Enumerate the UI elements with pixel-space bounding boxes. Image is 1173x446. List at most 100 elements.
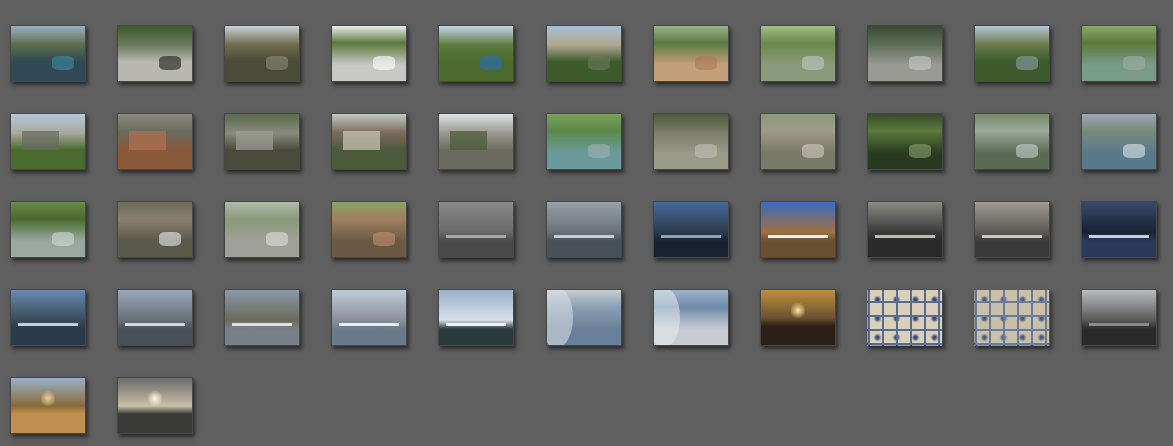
thumbnail-highlight — [446, 235, 506, 238]
thumbnail-middle-area — [547, 130, 621, 153]
photo-thumbnail-stone-arch-stream[interactable] — [117, 113, 193, 170]
thumbnail-ground-area — [439, 61, 513, 81]
photo-thumbnail-bridge-sign-greenery[interactable] — [331, 25, 407, 82]
photo-thumbnail-clouds-over-bridge[interactable] — [438, 289, 514, 346]
photo-thumbnail-tree-white-sail[interactable] — [760, 201, 836, 258]
thumbnail-middle-area — [868, 130, 942, 153]
thumbnail-sky-area — [439, 290, 513, 321]
photo-thumbnail-dusk-bridge-harbor[interactable] — [974, 201, 1050, 258]
thumbnail-ground-area — [439, 240, 513, 257]
photo-thumbnail-cloudy-bridge-river[interactable] — [867, 201, 943, 258]
thumbnail-ground-area — [225, 240, 299, 257]
thumbnail-middle-area — [868, 42, 942, 65]
photo-thumbnail-grey-river-dusk[interactable] — [438, 201, 514, 258]
thumbnail-sky-area — [332, 202, 406, 219]
photo-thumbnail-stream-in-forest[interactable] — [760, 25, 836, 82]
thumbnail-ground-area — [11, 149, 85, 169]
thumbnail-sky-area — [225, 26, 299, 46]
thumbnail-sky-area — [118, 290, 192, 321]
photo-thumbnail-cliff-house-overhang[interactable] — [331, 113, 407, 170]
thumbnail-sky-area — [118, 26, 192, 46]
thumbnail-highlight — [51, 232, 74, 246]
thumbnail-ground-area — [868, 64, 942, 81]
thumbnail-sky-area — [1082, 26, 1156, 43]
thumbnail-middle-area — [118, 45, 192, 62]
photo-thumbnail-road-sign-blue-hills[interactable] — [438, 25, 514, 82]
photo-thumbnail-river-buildings-day[interactable] — [331, 289, 407, 346]
thumbnail-ground-area — [118, 149, 192, 169]
photo-thumbnail-sunburst-river-clouds[interactable] — [117, 377, 193, 434]
thumbnail-highlight — [1015, 144, 1038, 158]
thumbnail-highlight — [908, 56, 931, 70]
photo-thumbnail-car-mirror-road[interactable] — [117, 25, 193, 82]
thumbnail-middle-area — [761, 42, 835, 65]
thumbnail-sky-area — [654, 26, 728, 43]
thumbnail-highlight — [654, 290, 680, 345]
thumbnail-highlight — [768, 235, 828, 238]
photo-thumbnail-rocky-path-shade[interactable] — [867, 25, 943, 82]
photo-thumbnail-tall-trees-shade[interactable] — [867, 113, 943, 170]
thumbnail-sky-area — [1082, 290, 1156, 321]
photo-thumbnail-river-valley-cliff[interactable] — [974, 25, 1050, 82]
thumbnail-sky-area — [1082, 114, 1156, 131]
thumbnail-highlight — [547, 290, 573, 345]
photo-thumbnail-river-bend-trees[interactable] — [1081, 25, 1157, 82]
photo-thumbnail-rail-yard-overcast[interactable] — [1081, 289, 1157, 346]
thumbnail-sky-area — [332, 26, 406, 43]
photo-thumbnail-rocky-stream-bed[interactable] — [224, 201, 300, 258]
photo-thumbnail-cliff-forest-view[interactable] — [546, 25, 622, 82]
photo-thumbnail-waterfall-rocks[interactable] — [117, 201, 193, 258]
thumbnail-sky-area — [547, 26, 621, 46]
photo-thumbnail-boulders-in-stream[interactable] — [760, 113, 836, 170]
thumbnail-ground-area — [439, 149, 513, 169]
photo-thumbnail-wooden-boardwalk[interactable] — [331, 201, 407, 258]
thumbnail-sky-area — [868, 114, 942, 131]
thumbnail-ground-area — [761, 325, 835, 345]
photo-thumbnail-azulejo-tiles-grid[interactable] — [974, 289, 1050, 346]
thumbnail-ground-area — [868, 152, 942, 169]
photo-thumbnail-airplane-wing-sea[interactable] — [653, 289, 729, 346]
photo-thumbnail-night-river-lights[interactable] — [1081, 201, 1157, 258]
thumbnail-sky-area — [761, 202, 835, 233]
thumbnail-ground-area — [225, 328, 299, 345]
thumbnail-middle-area — [118, 218, 192, 241]
thumbnail-sky-area — [654, 202, 728, 233]
thumbnail-middle-area — [332, 42, 406, 65]
thumbnail-ground-area — [332, 149, 406, 169]
thumbnail-highlight — [1122, 56, 1145, 70]
thumbnail-sky-area — [975, 26, 1049, 46]
photo-thumbnail-village-bridge-road[interactable] — [438, 113, 514, 170]
thumbnail-highlight — [587, 144, 610, 158]
photo-thumbnail-old-mill-stone-wall[interactable] — [224, 113, 300, 170]
photo-thumbnail-bridge-factory-sky[interactable] — [546, 201, 622, 258]
photo-thumbnail-stone-bridge-house[interactable] — [10, 113, 86, 170]
photo-thumbnail-golden-river-bridge[interactable] — [10, 377, 86, 434]
photo-thumbnail-mountain-valley-railing[interactable] — [224, 25, 300, 82]
photo-thumbnail-wooden-fence-trees[interactable] — [653, 25, 729, 82]
photo-thumbnail-forest-path-rocks[interactable] — [653, 113, 729, 170]
photo-thumbnail-city-riverfront[interactable] — [117, 289, 193, 346]
thumbnail-highlight — [125, 323, 185, 326]
photo-thumbnail-walkway-forest-railing[interactable] — [10, 201, 86, 258]
photo-thumbnail-airplane-window-coast[interactable] — [546, 289, 622, 346]
thumbnail-highlight — [22, 130, 60, 150]
thumbnail-middle-area — [11, 218, 85, 241]
thumbnail-ground-area — [118, 413, 192, 433]
photo-thumbnail-marina-boats[interactable] — [224, 289, 300, 346]
thumbnail-highlight — [265, 56, 288, 70]
thumbnail-sky-area — [975, 114, 1049, 131]
photo-thumbnail-gorge-fence-stream[interactable] — [974, 113, 1050, 170]
thumbnail-highlight — [372, 56, 395, 70]
thumbnail-sky-area — [11, 290, 85, 321]
thumbnail-sky-area — [654, 114, 728, 131]
photo-thumbnail-fence-blue-water[interactable] — [1081, 113, 1157, 170]
photo-thumbnail-harbor-blue-hour[interactable] — [10, 289, 86, 346]
thumbnail-sky-area — [761, 26, 835, 43]
photo-thumbnail-blue-bridge-evening[interactable] — [653, 201, 729, 258]
photo-thumbnail-azulejo-tiles-blue[interactable] — [867, 289, 943, 346]
photo-thumbnail-river-canal-greens[interactable] — [546, 113, 622, 170]
thumbnail-highlight — [51, 56, 74, 70]
photo-thumbnail-gorge-cliff-railing[interactable] — [10, 25, 86, 82]
photo-thumbnail-sunset-tall-ship[interactable] — [760, 289, 836, 346]
thumbnail-ground-area — [1082, 240, 1156, 257]
